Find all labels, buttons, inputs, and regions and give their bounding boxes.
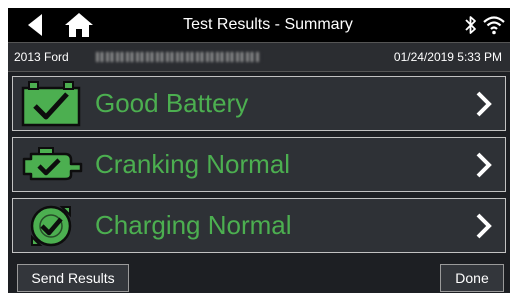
result-row-cranking[interactable]: Cranking Normal xyxy=(12,137,506,192)
obscured-vin xyxy=(96,52,261,62)
back-arrow-icon[interactable] xyxy=(24,12,46,38)
result-label: Good Battery xyxy=(95,88,249,118)
result-row-charging[interactable]: Charging Normal xyxy=(12,198,506,253)
chevron-right-icon[interactable] xyxy=(473,151,495,179)
title-bar: Test Results - Summary xyxy=(8,8,510,42)
result-label: Cranking Normal xyxy=(95,149,291,179)
test-datetime: 01/24/2019 5:33 PM xyxy=(393,50,502,64)
done-button[interactable]: Done xyxy=(440,264,504,292)
result-label: Charging Normal xyxy=(95,210,292,240)
battery-check-icon xyxy=(21,81,81,127)
send-results-button[interactable]: Send Results xyxy=(17,264,129,292)
app-screen: Test Results - Summary 2013 Ford 01/24/2… xyxy=(8,8,510,293)
bluetooth-icon xyxy=(465,16,476,34)
alternator-check-icon xyxy=(30,205,72,247)
chevron-right-icon[interactable] xyxy=(473,90,495,118)
page-title: Test Results - Summary xyxy=(183,16,353,33)
starter-motor-check-icon xyxy=(22,147,83,181)
wifi-icon xyxy=(483,16,505,35)
result-row-battery[interactable]: Good Battery xyxy=(12,76,506,131)
chevron-right-icon[interactable] xyxy=(473,212,495,240)
vehicle-name: 2013 Ford xyxy=(14,50,69,64)
vehicle-info-bar: 2013 Ford 01/24/2019 5:33 PM xyxy=(8,42,510,72)
home-icon[interactable] xyxy=(64,12,94,38)
